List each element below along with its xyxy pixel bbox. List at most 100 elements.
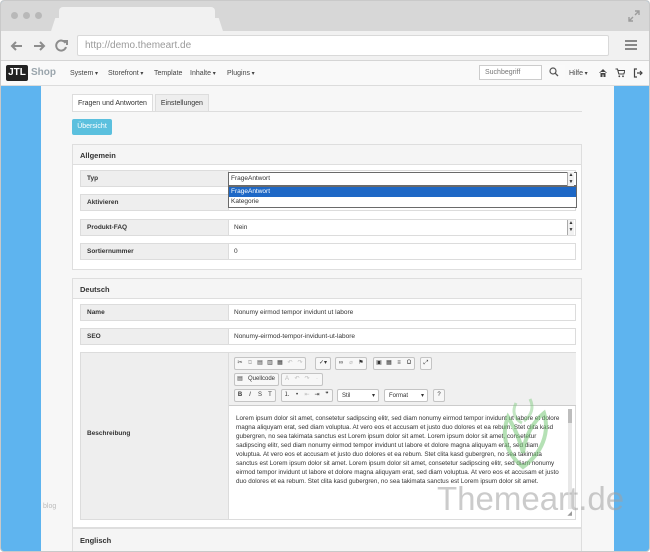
image-icon[interactable]: ▣	[374, 358, 384, 369]
search-button[interactable]	[541, 65, 565, 80]
activate-label: Aktivieren	[81, 195, 229, 210]
productfaq-select[interactable]: Nein	[229, 220, 575, 235]
nav-plugins[interactable]: Plugins	[227, 70, 255, 77]
name-label: Name	[81, 305, 229, 320]
type-option-kategorie[interactable]: Kategorie	[229, 197, 576, 207]
fullscreen-icon[interactable]	[627, 9, 641, 23]
english-panel: Englisch	[72, 528, 582, 551]
blockquote-icon[interactable]: ❞	[322, 390, 332, 401]
numbered-list-icon[interactable]: ⒈	[282, 390, 292, 401]
help-group: ?	[433, 389, 445, 402]
clear-style-icon[interactable]: T	[265, 390, 275, 401]
insert-group: ▣ ▦ ≡ Ω	[373, 357, 415, 370]
tab-divider	[72, 111, 582, 112]
description-label: Beschreibung	[81, 353, 229, 519]
nav-help[interactable]: Hilfe	[569, 70, 588, 77]
watermark-leaf-icon	[502, 398, 548, 470]
strike-icon[interactable]: S	[255, 390, 265, 401]
search-icon	[549, 67, 559, 77]
browser-window: http://demo.themeart.de JTL Shop System …	[0, 0, 650, 552]
tab-settings[interactable]: Einstellungen	[154, 94, 209, 112]
seo-input[interactable]: Nonumy-eirmod-tempor-invidunt-ut-labore	[229, 329, 575, 344]
horizontal-line-icon[interactable]: ≡	[394, 358, 404, 369]
sort-input[interactable]: 0	[229, 244, 575, 259]
paste-icon[interactable]: ▤	[255, 358, 265, 369]
maximize-window-dot[interactable]	[35, 12, 42, 19]
redo2-icon[interactable]: ↷	[302, 374, 312, 385]
paste-text-icon[interactable]: ▥	[265, 358, 275, 369]
maximize-icon[interactable]: ⤢	[421, 358, 431, 369]
minimize-window-dot[interactable]	[23, 12, 30, 19]
undo-icon[interactable]: ↶	[285, 358, 295, 369]
undo2-icon[interactable]: ↶	[292, 374, 302, 385]
special-char-icon[interactable]: Ω	[404, 358, 414, 369]
logo-shop-text: Shop	[31, 67, 56, 78]
seo-row: SEO Nonumy-eirmod-tempor-invidunt-ut-lab…	[80, 328, 576, 345]
type-option-frageantwort[interactable]: FrageAntwort	[229, 187, 576, 197]
source-button[interactable]: Quellcode	[245, 374, 278, 385]
nav-system[interactable]: System	[70, 70, 98, 77]
table-icon[interactable]: ▦	[384, 358, 394, 369]
back-icon[interactable]	[9, 38, 25, 54]
templates-icon[interactable]: A	[282, 374, 292, 385]
type-label: Typ	[81, 171, 229, 186]
tab-faq[interactable]: Fragen und Antworten	[72, 94, 153, 112]
page-tabs: Fragen und Antworten Einstellungen	[72, 94, 209, 112]
german-heading: Deutsch	[73, 279, 581, 299]
style-select[interactable]: Stil	[337, 389, 379, 402]
productfaq-select-arrow-icon[interactable]: ▲ ▼	[567, 220, 574, 235]
reload-icon[interactable]	[53, 38, 69, 54]
format-select[interactable]: Format	[384, 389, 428, 402]
indent-icon[interactable]: ⇥	[312, 390, 322, 401]
anchor-icon[interactable]: ⚑	[356, 358, 366, 369]
home-icon[interactable]	[598, 68, 608, 78]
close-window-dot[interactable]	[11, 12, 18, 19]
name-input[interactable]: Nonumy eirmod tempor invidunt ut labore	[229, 305, 575, 320]
cut-icon[interactable]: ✂	[235, 358, 245, 369]
overview-button[interactable]: Übersicht	[72, 119, 112, 135]
type-select[interactable]: FrageAntwort	[228, 172, 577, 186]
url-field[interactable]: http://demo.themeart.de	[77, 35, 609, 56]
name-row: Name Nonumy eirmod tempor invidunt ut la…	[80, 304, 576, 321]
sort-row: Sortiernummer 0	[80, 243, 576, 260]
link-icon[interactable]: ∞	[336, 358, 346, 369]
outdent-icon[interactable]: ⇤	[302, 390, 312, 401]
sort-label: Sortiernummer	[81, 244, 229, 259]
nav-template[interactable]: Template	[154, 70, 182, 77]
browser-titlebar	[1, 1, 649, 32]
window-controls	[11, 12, 42, 19]
type-dropdown-list: FrageAntwort Kategorie	[228, 186, 577, 208]
spellcheck-icon[interactable]: ✓▾	[316, 358, 330, 369]
clear-format-group: A ↶ ↷ ·	[281, 373, 323, 386]
list-group: ⒈ • ⇤ ⇥ ❞	[281, 389, 333, 402]
help-icon[interactable]: ?	[434, 390, 444, 401]
side-blog-text: blog	[43, 503, 57, 510]
source-group: ▤ Quellcode	[234, 373, 280, 386]
productfaq-label: Produkt-FAQ	[81, 220, 229, 235]
spellcheck-group: ✓▾	[315, 357, 331, 370]
logout-icon[interactable]	[633, 68, 643, 78]
type-select-arrow-icon[interactable]: ▲ ▼	[567, 172, 574, 186]
browser-tab[interactable]	[59, 7, 215, 32]
productfaq-row: Produkt-FAQ Nein	[80, 219, 576, 236]
bold-icon[interactable]: B	[235, 390, 245, 401]
forward-icon[interactable]	[31, 38, 47, 54]
maximize-group: ⤢	[420, 357, 432, 370]
italic-icon[interactable]: I	[245, 390, 255, 401]
browser-menu-icon[interactable]	[625, 40, 637, 50]
link-group: ∞ ⌀ ⚑	[335, 357, 367, 370]
jtl-logo[interactable]: JTL	[6, 65, 28, 81]
unlink-icon[interactable]: ⌀	[346, 358, 356, 369]
nav-storefront[interactable]: Storefront	[108, 70, 143, 77]
bulleted-list-icon[interactable]: •	[292, 390, 302, 401]
general-heading: Allgemein	[73, 145, 581, 165]
english-heading: Englisch	[73, 529, 581, 551]
paste-word-icon[interactable]: ▦	[275, 358, 285, 369]
copy-icon[interactable]: ⧉	[245, 358, 255, 369]
redo-icon[interactable]: ↷	[295, 358, 305, 369]
nav-inhalte[interactable]: Inhalte	[190, 70, 216, 77]
cart-icon[interactable]	[615, 68, 625, 78]
watermark-text: Themeart.de	[437, 480, 625, 517]
source-icon: ▤	[237, 376, 243, 382]
remove-format-icon[interactable]: ·	[312, 374, 322, 385]
